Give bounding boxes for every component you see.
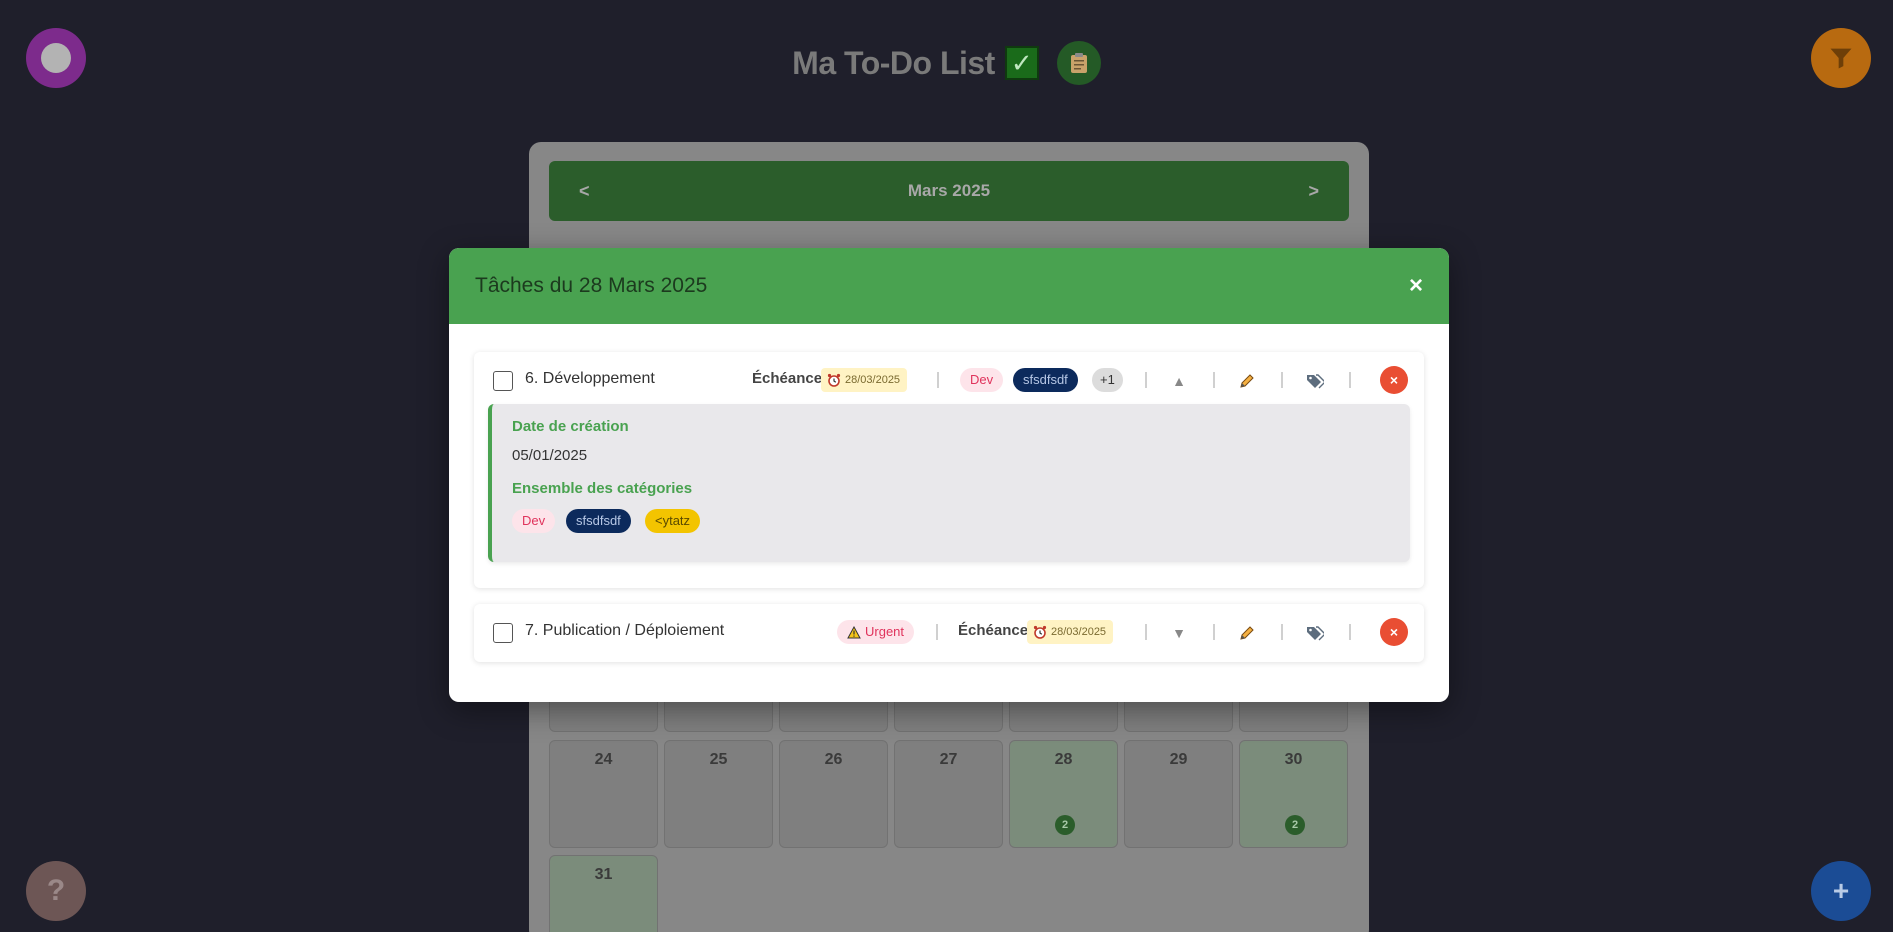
separator <box>936 624 938 640</box>
pencil-icon <box>1240 374 1254 388</box>
separator <box>1213 624 1215 640</box>
separator <box>1145 624 1147 640</box>
task-row: 7. Publication / Déploiement Urgent Éché… <box>474 604 1424 662</box>
priority-badge: Urgent <box>837 620 915 644</box>
separator <box>1281 624 1283 640</box>
due-label: Échéance: <box>958 622 1034 639</box>
task-count-badge: 2 <box>1055 815 1075 835</box>
tag-dev: Dev <box>960 368 1004 392</box>
calendar-day-28[interactable]: 28 2 <box>1009 740 1118 848</box>
categories-button[interactable] <box>1303 621 1327 645</box>
due-date-chip: 28/03/2025 <box>821 368 908 392</box>
task-item[interactable]: 7. Publication / Déploiement Urgent Éché… <box>474 604 1424 662</box>
separator <box>1145 372 1147 388</box>
day-number: 27 <box>939 751 958 768</box>
task-row: 6. Développement Échéance: 28/03/2025 De… <box>474 352 1424 410</box>
plus-icon: + <box>1832 875 1850 906</box>
delete-task-button[interactable]: × <box>1380 366 1408 394</box>
calendar-day-cell[interactable] <box>549 702 658 732</box>
task-item[interactable]: 6. Développement Échéance: 28/03/2025 De… <box>474 352 1424 588</box>
due-label: Échéance: <box>752 370 828 387</box>
separator <box>1349 372 1351 388</box>
tag-sfsdfsdf: sfsdfsdf <box>1013 368 1078 392</box>
categories-list: Dev sfsdfsdf <ytatz <box>512 509 1390 533</box>
due-date-chip: 28/03/2025 <box>1027 620 1114 644</box>
separator <box>937 372 939 388</box>
created-date-label: Date de création <box>512 418 629 435</box>
expand-toggle-icon[interactable]: ▼ <box>1167 621 1191 645</box>
calendar-nav: < Mars 2025 > <box>549 161 1349 221</box>
calendar-day-31[interactable]: 31 <box>549 855 658 932</box>
category-tag-ytatz: <ytatz <box>645 509 701 533</box>
due-date: 28/03/2025 <box>845 374 901 386</box>
day-number: 26 <box>824 751 843 768</box>
calendar-day-cell[interactable] <box>779 702 888 732</box>
tags-icon <box>1307 374 1324 389</box>
separator <box>1349 624 1351 640</box>
day-number: 25 <box>709 751 728 768</box>
calendar-day-30[interactable]: 30 2 <box>1239 740 1348 848</box>
modal-title: Tâches du 28 Mars 2025 <box>475 274 708 297</box>
calendar-day-cell[interactable] <box>1239 702 1348 732</box>
warning-icon <box>847 625 861 638</box>
calendar-day-cell[interactable] <box>664 702 773 732</box>
task-name: 7. Publication / Déploiement <box>525 622 725 639</box>
help-icon: ? <box>46 874 66 907</box>
day-number: 29 <box>1169 751 1188 768</box>
calendar-day-cell[interactable] <box>1009 702 1118 732</box>
clipboard-button[interactable] <box>1056 41 1101 85</box>
day-number: 24 <box>594 751 613 768</box>
clipboard-icon <box>1070 53 1087 73</box>
calendar-day-cell[interactable] <box>1124 702 1233 732</box>
calendar-day-27[interactable]: 27 <box>894 740 1003 848</box>
collapse-toggle-icon[interactable]: ▲ <box>1167 369 1191 393</box>
calendar-day-29[interactable]: 29 <box>1124 740 1233 848</box>
modal-header: Tâches du 28 Mars 2025 × <box>449 248 1449 324</box>
separator <box>1213 372 1215 388</box>
day-number: 28 <box>1054 751 1073 768</box>
calendar-day-24[interactable]: 24 <box>549 740 658 848</box>
add-task-button[interactable]: + <box>1811 861 1871 921</box>
edit-button[interactable] <box>1235 369 1259 393</box>
next-month-button[interactable]: > <box>1308 181 1319 202</box>
edit-button[interactable] <box>1235 621 1259 645</box>
task-count-badge: 2 <box>1285 815 1305 835</box>
task-details: Date de création 05/01/2025 Ensemble des… <box>488 404 1410 562</box>
task-name: 6. Développement <box>525 370 655 387</box>
calendar-day-25[interactable]: 25 <box>664 740 773 848</box>
priority-label: Urgent <box>865 624 905 639</box>
check-mark-icon: ✓ <box>1004 46 1039 80</box>
created-date-value: 05/01/2025 <box>512 447 588 464</box>
category-tag-dev: Dev <box>512 509 556 533</box>
day-number: 31 <box>594 866 613 883</box>
pencil-icon <box>1240 626 1254 640</box>
calendar-day-26[interactable]: 26 <box>779 740 888 848</box>
help-button[interactable]: ? <box>26 861 86 921</box>
app-header: Ma To-Do List ✓ <box>0 38 1893 88</box>
categories-button[interactable] <box>1303 369 1327 393</box>
separator <box>1281 372 1283 388</box>
alarm-clock-icon <box>827 373 841 387</box>
delete-task-button[interactable]: × <box>1380 618 1408 646</box>
app-title: Ma To-Do List <box>792 44 995 81</box>
categories-label: Ensemble des catégories <box>512 480 693 497</box>
day-number: 30 <box>1284 751 1303 768</box>
tags-icon <box>1307 626 1324 641</box>
alarm-clock-icon <box>1033 625 1047 639</box>
category-tag-sfsdfsdf: sfsdfsdf <box>566 509 631 533</box>
due-date: 28/03/2025 <box>1051 626 1107 638</box>
tag-more-badge[interactable]: +1 <box>1092 368 1123 392</box>
day-tasks-modal: Tâches du 28 Mars 2025 × 6. Développemen… <box>449 248 1449 702</box>
month-label: Mars 2025 <box>907 181 991 200</box>
calendar-day-cell[interactable] <box>894 702 1003 732</box>
task-checkbox[interactable] <box>493 371 513 391</box>
modal-close-button[interactable]: × <box>1409 272 1423 300</box>
prev-month-button[interactable]: < <box>579 181 590 202</box>
task-checkbox[interactable] <box>493 623 513 643</box>
